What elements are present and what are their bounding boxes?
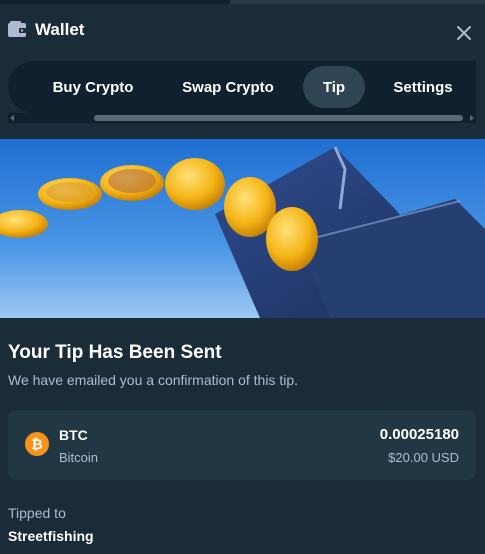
- wallet-header: Wallet: [0, 4, 485, 56]
- tab-scrollbar[interactable]: [8, 113, 476, 123]
- wallet-icon: [8, 21, 26, 37]
- transaction-card: ₿ BTC Bitcoin 0.00025180 $20.00 USD: [8, 410, 476, 480]
- tip-banner-illustration: [0, 139, 485, 318]
- tipped-to-label: Tipped to: [8, 505, 66, 521]
- confirmation-heading: Your Tip Has Been Sent: [8, 342, 222, 363]
- bitcoin-icon: ₿: [25, 432, 49, 456]
- svg-text:₿: ₿: [31, 436, 42, 452]
- recipient-username: Streetfishing: [8, 528, 94, 544]
- tab-bar: Buy Crypto Swap Crypto Tip Settings: [8, 61, 476, 113]
- tab-swap-crypto[interactable]: Swap Crypto: [172, 66, 284, 108]
- tab-tip[interactable]: Tip: [303, 66, 365, 108]
- scroll-thumb[interactable]: [94, 115, 463, 121]
- tab-buy-crypto[interactable]: Buy Crypto: [38, 66, 148, 108]
- crypto-amount: 0.00025180: [379, 426, 459, 443]
- scroll-right-icon[interactable]: [470, 115, 474, 121]
- currency-name: Bitcoin: [59, 450, 99, 465]
- page-title: Wallet: [35, 20, 85, 39]
- fiat-amount: $20.00 USD: [388, 450, 459, 465]
- tab-settings[interactable]: Settings: [383, 66, 463, 108]
- confirmation-subtext: We have emailed you a confirmation of th…: [8, 372, 299, 388]
- currency-code: BTC: [59, 427, 88, 443]
- scroll-left-icon[interactable]: [10, 115, 14, 121]
- close-icon[interactable]: [455, 24, 473, 42]
